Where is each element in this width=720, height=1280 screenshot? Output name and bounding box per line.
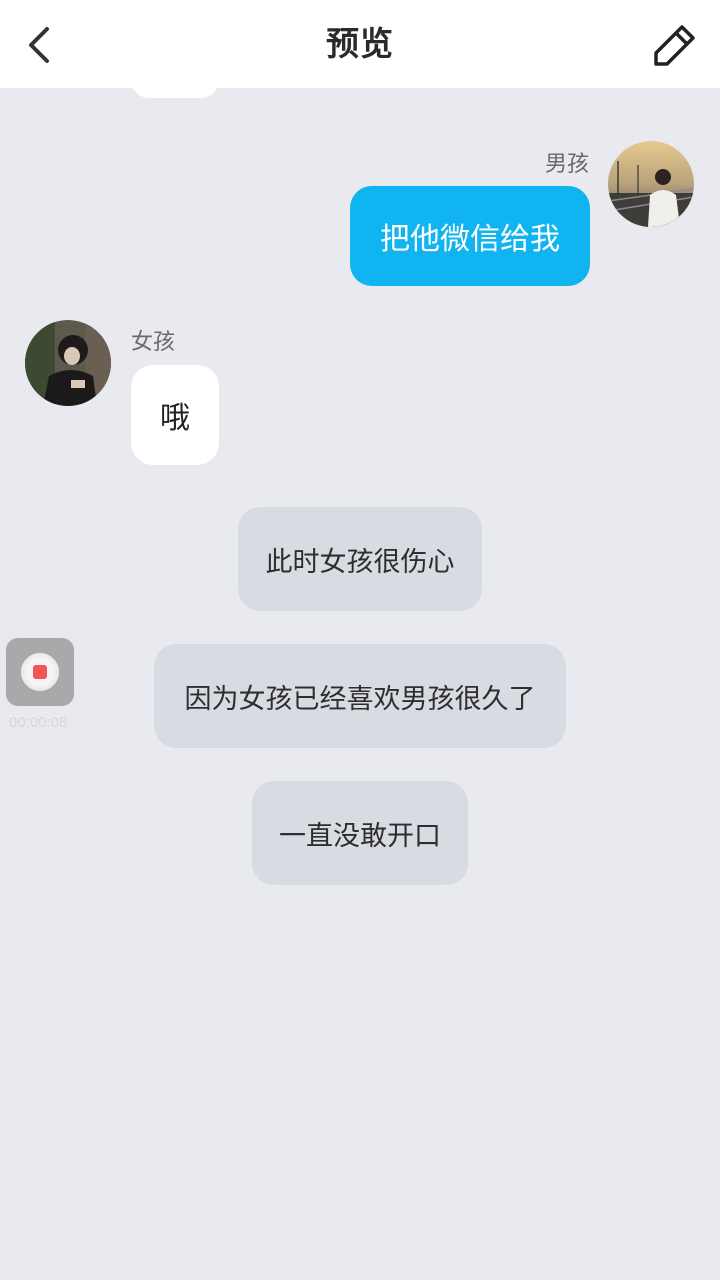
chat-area[interactable]: 男孩 把他微信给我 女孩 哦 此时女孩很伤心 因为女孩已经喜欢男孩很久了 一直没… [0,88,720,1280]
sender-name-girl: 女孩 [131,330,176,355]
record-dot [33,665,47,679]
narration-text: 此时女孩很伤心 [265,546,455,578]
previous-message-bubble [131,88,219,98]
top-nav-bar: 预览 [0,0,720,88]
narration-item[interactable]: 因为女孩已经喜欢男孩很久了 [154,644,566,748]
narration-text: 一直没敢开口 [279,820,441,852]
record-timer: 00:00:08 [9,714,68,731]
message-text: 把他微信给我 [380,222,560,257]
message-bubble-girl[interactable]: 哦 [131,365,219,465]
pencil-icon [654,25,695,66]
narration-item[interactable]: 一直没敢开口 [252,781,468,885]
narration-text: 因为女孩已经喜欢男孩很久了 [184,683,536,715]
record-icon [21,653,59,691]
avatar-boy[interactable] [608,141,694,227]
message-bubble-boy[interactable]: 把他微信给我 [350,186,590,286]
record-button[interactable] [6,638,74,706]
page-title: 预览 [326,24,394,63]
message-text: 哦 [160,401,190,436]
sender-name-boy: 男孩 [544,152,589,177]
edit-button[interactable] [648,18,702,72]
avatar-girl[interactable] [25,320,111,406]
narration-item[interactable]: 此时女孩很伤心 [238,507,482,611]
